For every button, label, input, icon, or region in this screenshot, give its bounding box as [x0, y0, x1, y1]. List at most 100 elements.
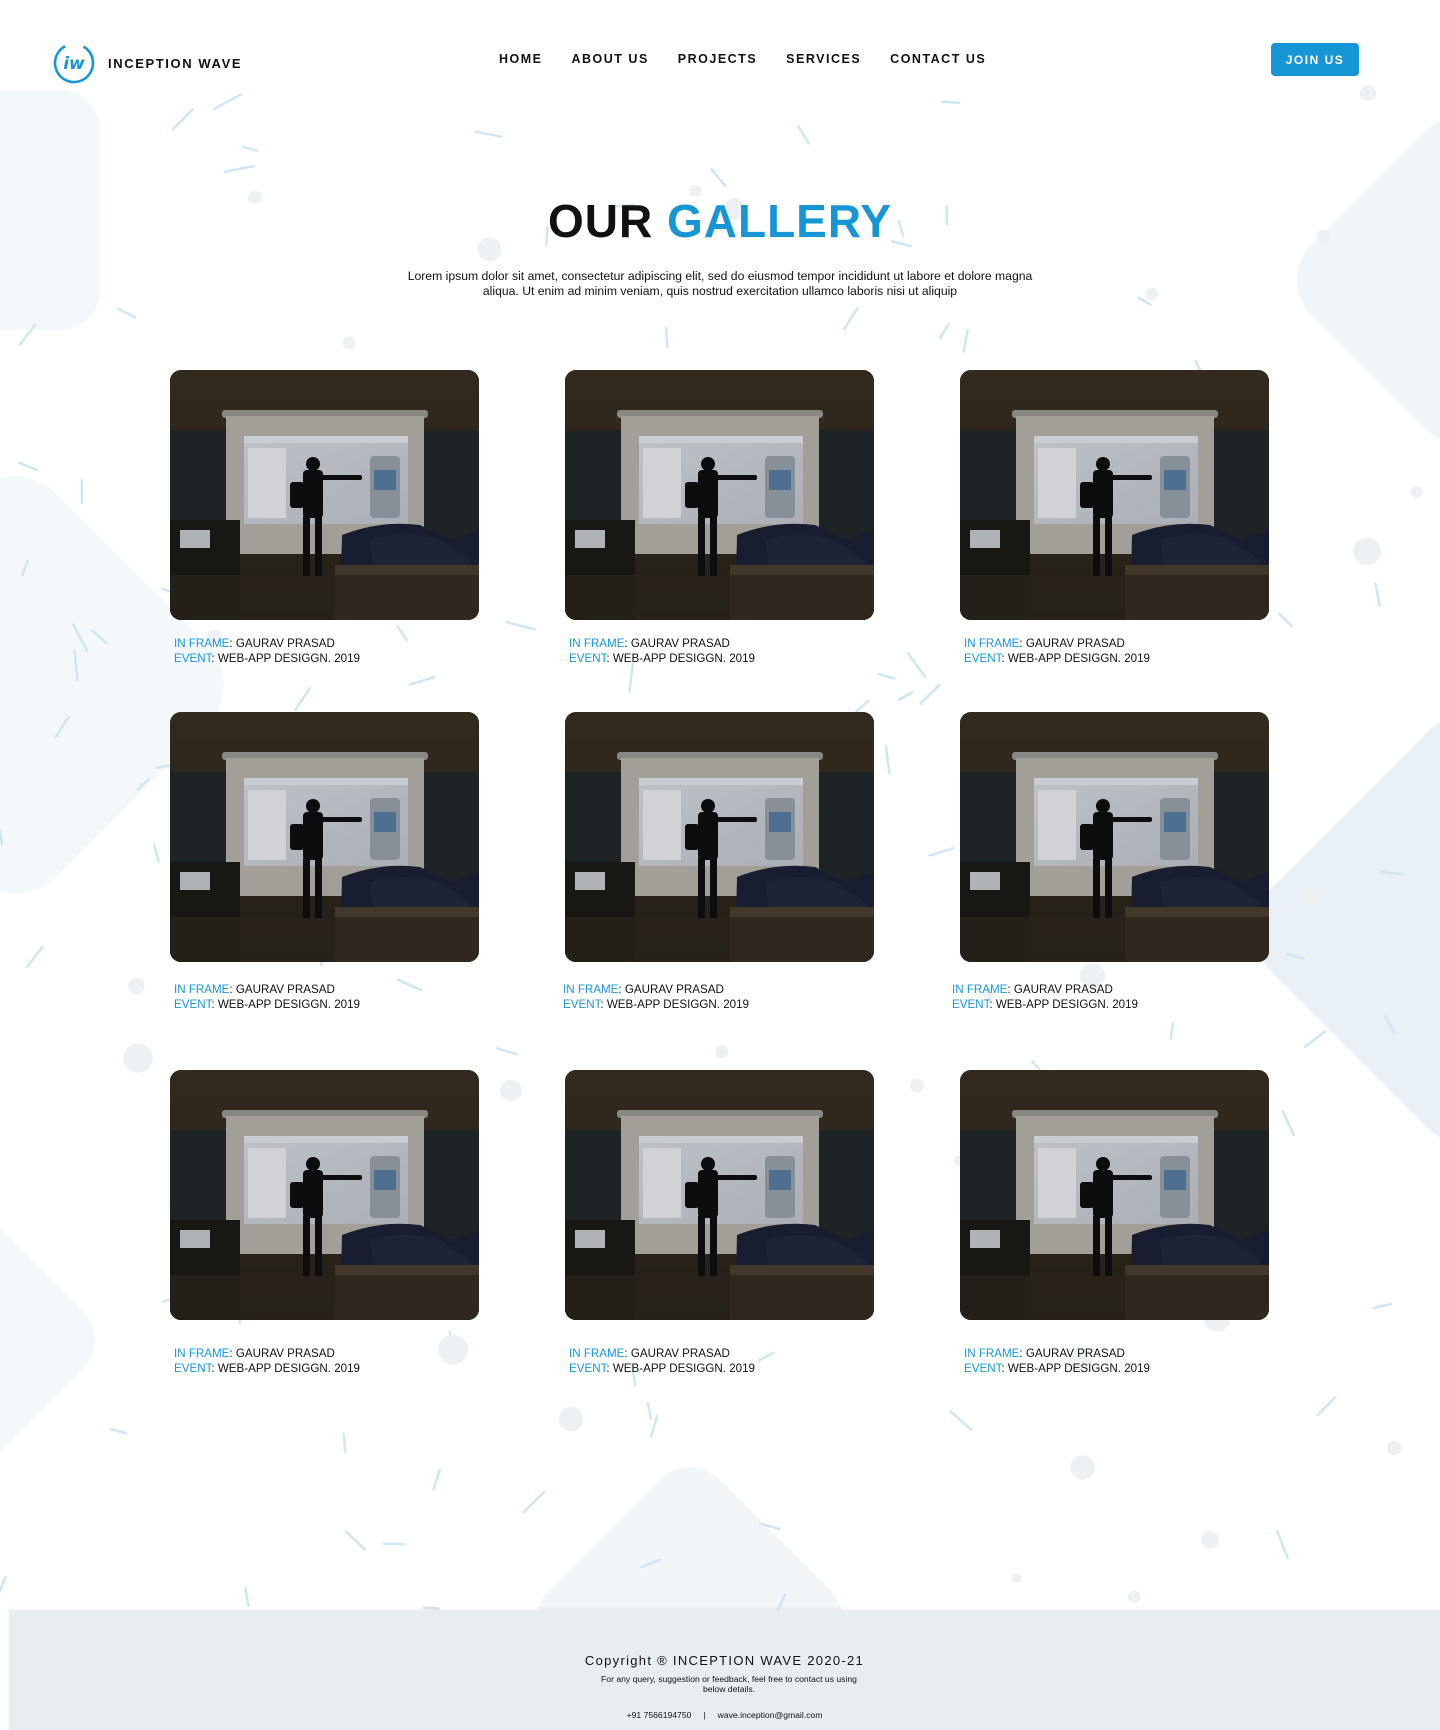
event-value: : WEB-APP DESIGGN. 2019 — [989, 998, 1138, 1011]
decor-dot — [1127, 1590, 1141, 1603]
event-value: : WEB-APP DESIGGN. 2019 — [211, 1362, 360, 1375]
gallery-photo[interactable] — [170, 1070, 479, 1320]
copyright-text: Copyright ® INCEPTION WAVE 2020-21 — [584, 1653, 865, 1668]
event-label: EVENT — [964, 652, 1002, 665]
event-label: EVENT — [569, 1362, 607, 1375]
nav-about-us[interactable]: ABOUT US — [572, 52, 649, 66]
decor-dash — [223, 164, 255, 173]
gallery-photo[interactable] — [565, 712, 874, 962]
decor-dot — [128, 977, 145, 995]
gallery-card[interactable]: IN FRAME: GAURAV PRASAD EVENT: WEB-APP D… — [170, 712, 480, 1011]
in-frame-label: IN FRAME — [174, 1347, 230, 1360]
decor-dot — [558, 1406, 584, 1432]
decor-dash — [294, 686, 312, 711]
decor-dash — [628, 662, 635, 693]
gallery-photo[interactable] — [565, 370, 874, 620]
gallery-card[interactable]: IN FRAME: GAURAV PRASAD EVENT: WEB-APP D… — [563, 712, 875, 1011]
decor-dash — [244, 1586, 250, 1607]
decor-dash — [1275, 1529, 1289, 1560]
join-us-button[interactable]: JOIN US — [1271, 43, 1359, 76]
event-value: : WEB-APP DESIGGN. 2019 — [1001, 652, 1150, 665]
decor-dash — [649, 1414, 659, 1438]
gallery-card[interactable]: IN FRAME: GAURAV PRASAD EVENT: WEB-APP D… — [565, 370, 875, 665]
decor-dash — [241, 145, 259, 152]
gallery-card[interactable]: IN FRAME: GAURAV PRASAD EVENT: WEB-APP D… — [170, 370, 480, 665]
presentation-photo-image — [170, 370, 479, 620]
gallery-card[interactable]: IN FRAME: GAURAV PRASAD EVENT: WEB-APP D… — [565, 1070, 875, 1375]
decor-dash — [665, 326, 669, 349]
brand-name: INCEPTION WAVE — [108, 55, 243, 71]
title-accent: GALLERY — [666, 195, 893, 247]
decor-dash — [116, 307, 137, 319]
footer-contacts: +91 7566194750 | wave.inception@gmail.com — [9, 1710, 1440, 1720]
phone-link[interactable]: +91 7566194750 — [627, 1710, 692, 1720]
decor-dash — [408, 675, 436, 686]
gallery-card[interactable]: IN FRAME: GAURAV PRASAD EVENT: WEB-APP D… — [170, 1070, 480, 1375]
gallery-photo[interactable] — [960, 712, 1269, 962]
event-label: EVENT — [569, 652, 607, 665]
decor-dot — [1201, 1530, 1220, 1549]
nav-contact-us[interactable]: CONTACT US — [890, 52, 986, 66]
in-frame-label: IN FRAME — [174, 983, 230, 996]
decor-dash — [877, 672, 896, 680]
photo-caption: IN FRAME: GAURAV PRASAD EVENT: WEB-APP D… — [174, 1346, 360, 1376]
decor-dot — [1145, 287, 1159, 301]
event-label: EVENT — [174, 998, 212, 1011]
event-value: : WEB-APP DESIGGN. 2019 — [211, 998, 360, 1011]
site-header: iw INCEPTION WAVE HOME ABOUT US PROJECTS… — [0, 0, 1440, 120]
decor-dot — [500, 1079, 522, 1102]
gallery-card[interactable]: IN FRAME: GAURAV PRASAD EVENT: WEB-APP D… — [960, 370, 1270, 665]
decor-dash — [919, 683, 941, 705]
decor-dash — [345, 1530, 367, 1551]
page-description: Lorem ipsum dolor sit amet, consectetur … — [407, 269, 1033, 298]
site-footer: Copyright ® INCEPTION WAVE 2020-21 For a… — [9, 1610, 1440, 1730]
decor-dot — [123, 1043, 153, 1073]
gallery-photo[interactable] — [170, 712, 479, 962]
gallery-card[interactable]: IN FRAME: GAURAV PRASAD EVENT: WEB-APP D… — [952, 712, 1270, 1011]
decor-dash — [897, 691, 914, 702]
nav-projects[interactable]: PROJECTS — [678, 52, 757, 66]
in-frame-value: : GAURAV PRASAD — [618, 983, 724, 996]
photo-caption: IN FRAME: GAURAV PRASAD EVENT: WEB-APP D… — [964, 1346, 1150, 1376]
nav-home[interactable]: HOME — [499, 52, 543, 66]
decor-dot — [910, 1078, 925, 1093]
gallery-photo[interactable] — [960, 1070, 1269, 1320]
decor-dash — [949, 1410, 973, 1432]
main-nav: HOME ABOUT US PROJECTS SERVICES CONTACT … — [499, 52, 1015, 66]
decor-dot — [1302, 890, 1318, 905]
in-frame-value: : GAURAV PRASAD — [229, 983, 335, 996]
decor-dash — [1277, 612, 1294, 628]
decor-dot — [342, 336, 356, 350]
decor-dash — [422, 1606, 440, 1610]
decor-dash — [396, 978, 423, 992]
decor-dash — [1316, 1396, 1336, 1417]
in-frame-value: : GAURAV PRASAD — [624, 637, 730, 650]
decor-dash — [757, 1351, 775, 1362]
decor-dash — [962, 328, 969, 353]
decor-dot — [438, 1334, 468, 1365]
gallery-photo[interactable] — [565, 1070, 874, 1320]
page-title: OUR GALLERY — [0, 194, 1440, 248]
decor-dash — [432, 1468, 442, 1491]
presentation-photo-image — [960, 712, 1269, 962]
gallery-card[interactable]: IN FRAME: GAURAV PRASAD EVENT: WEB-APP D… — [960, 1070, 1270, 1375]
gallery-photo[interactable] — [960, 370, 1269, 620]
decor-dash — [342, 1432, 347, 1453]
in-frame-label: IN FRAME — [569, 1347, 625, 1360]
event-value: : WEB-APP DESIGGN. 2019 — [211, 652, 360, 665]
decor-dash — [797, 125, 811, 145]
decor-dash — [1374, 582, 1381, 607]
gallery-photo[interactable] — [170, 370, 479, 620]
decor-dot — [715, 1045, 729, 1059]
nav-services[interactable]: SERVICES — [786, 52, 861, 66]
presentation-photo-image — [170, 1070, 479, 1320]
email-link[interactable]: wave.inception@gmail.com — [718, 1710, 823, 1720]
event-value: : WEB-APP DESIGGN. 2019 — [1001, 1362, 1150, 1375]
decor-dash — [710, 167, 727, 188]
event-label: EVENT — [174, 652, 212, 665]
in-frame-value: : GAURAV PRASAD — [229, 1347, 335, 1360]
brand-logo[interactable]: iw INCEPTION WAVE — [52, 41, 242, 85]
photo-caption: IN FRAME: GAURAV PRASAD EVENT: WEB-APP D… — [563, 982, 749, 1012]
decor-dash — [495, 1047, 519, 1056]
presentation-photo-image — [960, 1070, 1269, 1320]
